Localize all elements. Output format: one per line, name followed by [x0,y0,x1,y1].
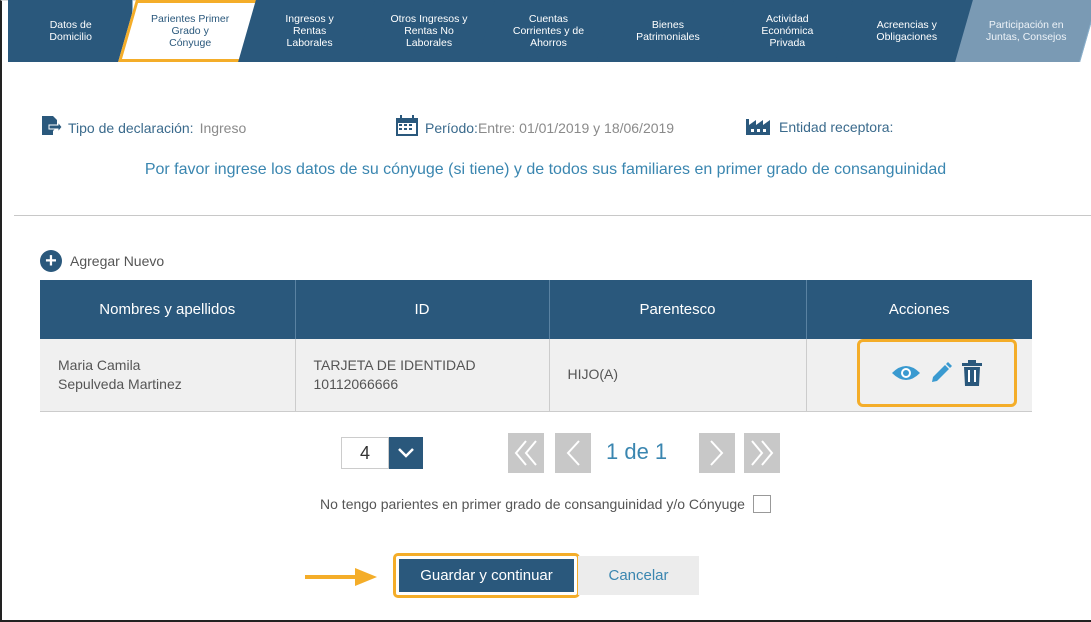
trash-icon[interactable] [961,360,983,386]
calendar-icon [395,115,419,140]
table-row: Maria Camila Sepulveda Martinez TARJETA … [40,339,1032,412]
pagination: 4 1 de 1 [0,433,1091,473]
declaration-info: Tipo de declaración: Ingreso Período: En… [0,115,1091,139]
entidad-receptora: Entidad receptora: [745,115,893,138]
first-page-icon[interactable] [508,433,544,473]
entidad-label: Entidad receptora: [779,118,894,135]
edit-pencil-icon[interactable] [929,361,953,385]
cell-id: TARJETA DE IDENTIDAD 10112066666 [295,339,550,412]
no-relatives-label: No tengo parientes en primer grado de co… [320,496,745,512]
tab-label: Parientes Primer Grado y Cónyuge [151,13,230,49]
tipo-declaracion: Tipo de declaración: Ingreso [40,115,246,140]
factory-icon [745,115,773,138]
tab-parientes[interactable]: Parientes Primer Grado y Cónyuge [118,0,262,62]
tab-actividad[interactable]: Actividad Económica Privada [715,0,859,62]
tipo-value: Ingreso [199,119,247,136]
tab-label: Datos de Domicilio [49,19,93,43]
cell-name: Maria Camila Sepulveda Martinez [40,339,296,412]
save-continue-label: Guardar y continuar [399,559,574,592]
tab-label: Acreencias y Obligaciones [876,19,938,43]
actions-group [856,339,1017,407]
name-line2: Sepulveda Martinez [58,375,182,392]
tab-acreencias[interactable]: Acreencias y Obligaciones [835,0,979,62]
add-new-button[interactable]: + Agregar Nuevo [40,250,164,272]
plus-icon: + [40,250,62,272]
tab-label: Bienes Patrimoniales [636,19,700,43]
form-actions: Guardar y continuar Cancelar [0,553,1091,598]
tab-label: Actividad Económica Privada [761,13,814,49]
header-parentesco: Parentesco [549,280,807,339]
chevron-down-icon[interactable] [389,437,423,469]
tab-bienes[interactable]: Bienes Patrimoniales [596,0,740,62]
tab-participacion[interactable]: Participación en Juntas, Consejos [954,0,1091,62]
periodo-label: Período: [425,119,478,136]
cell-parentesco: HIJO(A) [549,339,807,412]
periodo: Período: Entre: 01/01/2019 y 18/06/2019 [395,115,674,140]
name-line1: Maria Camila [58,356,141,373]
tab-otros-ingresos[interactable]: Otros Ingresos y Rentas No Laborales [357,0,501,62]
tab-label: Ingresos y Rentas Laborales [285,13,334,49]
id-number: 10112066666 [313,375,399,392]
next-page-icon[interactable] [699,433,735,473]
tab-datos-domicilio[interactable]: Datos de Domicilio [8,0,134,62]
id-type: TARJETA DE IDENTIDAD [313,356,476,373]
document-edit-icon [40,115,63,140]
tab-label: Participación en Juntas, Consejos [985,19,1067,43]
step-tabs: Datos de Domicilio Parientes Primer Grad… [8,0,1091,67]
divider [14,215,1091,216]
tab-ingresos-laborales[interactable]: Ingresos y Rentas Laborales [237,0,382,62]
view-icon[interactable] [891,363,921,383]
add-new-label: Agregar Nuevo [70,253,165,269]
tab-label: Cuentas Corrientes y de Ahorros [512,13,585,49]
page-info: 1 de 1 [606,439,668,464]
arrow-right-icon [305,566,377,593]
instruction-text: Por favor ingrese los datos de su cónyug… [144,161,947,178]
tab-cuentas[interactable]: Cuentas Corrientes y de Ahorros [476,0,621,62]
no-relatives-option: No tengo parientes en primer grado de co… [0,495,1091,513]
page-size-select[interactable]: 4 [341,437,425,469]
tab-label: Otros Ingresos y Rentas No Laborales [390,13,468,49]
header-id: ID [295,280,550,339]
cancel-button[interactable]: Cancelar [578,556,699,595]
no-relatives-checkbox[interactable] [752,495,771,513]
last-page-icon[interactable] [744,433,780,473]
header-nombres: Nombres y apellidos [40,280,296,339]
save-continue-button[interactable]: Guardar y continuar [393,553,580,598]
table-header-row: Nombres y apellidos ID Parentesco Accion… [40,280,1032,339]
page-size-value: 4 [341,437,389,469]
header-acciones: Acciones [806,280,1032,339]
prev-page-icon[interactable] [555,433,591,473]
tipo-label: Tipo de declaración: [68,119,194,136]
periodo-value: Entre: 01/01/2019 y 18/06/2019 [477,119,675,136]
cell-actions [806,339,1032,412]
relatives-table: Nombres y apellidos ID Parentesco Accion… [40,280,1032,412]
